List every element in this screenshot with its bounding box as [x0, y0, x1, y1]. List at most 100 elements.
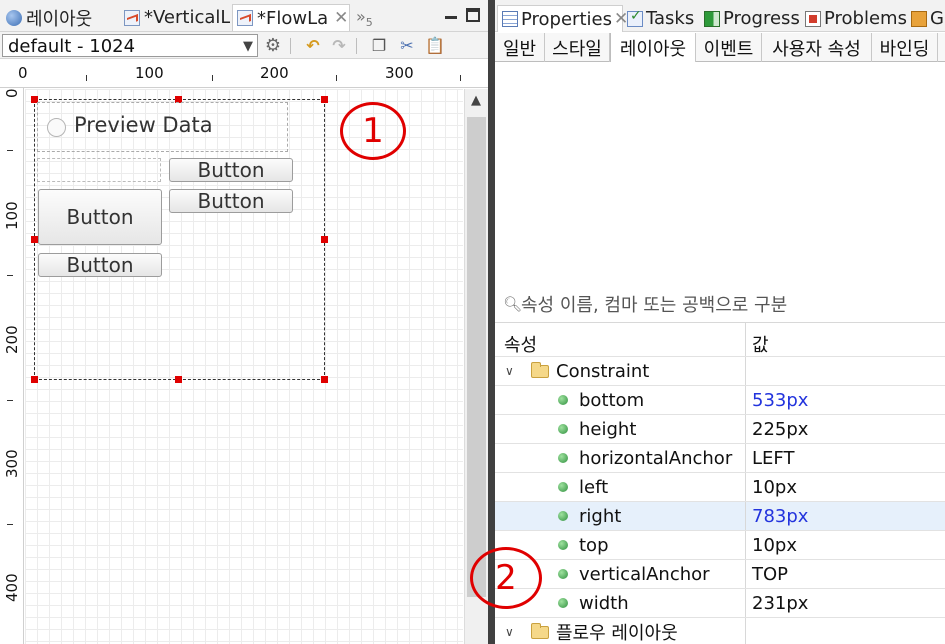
undo-button[interactable]: ↶: [302, 35, 324, 56]
paste-button[interactable]: 📋: [424, 35, 446, 56]
chevron-down-icon[interactable]: ∨: [505, 364, 519, 378]
property-value[interactable]: 10px: [752, 531, 797, 559]
resize-handle[interactable]: [321, 236, 328, 243]
canvas-button-4[interactable]: Button: [38, 253, 162, 277]
tab-properties[interactable]: Properties ✕: [497, 5, 628, 32]
chevron-down-icon[interactable]: ∨: [505, 625, 519, 639]
column-header-value: 값: [752, 335, 769, 356]
overflow-count: 5: [365, 16, 373, 30]
paste-icon: 📋: [425, 36, 445, 55]
tab-tasks[interactable]: Tasks: [623, 5, 699, 32]
tab-user-properties[interactable]: 사용자 속성: [762, 33, 872, 62]
ruler-label: 300: [385, 64, 414, 82]
property-value[interactable]: 533px: [752, 386, 808, 414]
table-row[interactable]: verticalAnchor TOP: [495, 560, 945, 589]
tab-problems-label: Problems: [824, 8, 907, 29]
ruler-tick: [212, 75, 213, 81]
tab-flowla-label: *FlowLa: [257, 7, 329, 29]
property-value[interactable]: LEFT: [752, 444, 794, 472]
table-header-row: 속성 값: [495, 323, 945, 357]
view-tab-bar: Properties ✕ Tasks Progress Problems G: [495, 0, 945, 32]
group-label: 플로우 레이아웃: [556, 623, 678, 644]
resize-handle[interactable]: [321, 96, 328, 103]
property-value[interactable]: 783px: [752, 502, 808, 530]
ruler-tick: [7, 275, 13, 276]
copy-button[interactable]: ❐: [368, 35, 390, 56]
panel-splitter[interactable]: [488, 0, 495, 644]
group-name-cell: ∨ Constraint: [495, 357, 746, 385]
property-value[interactable]: 225px: [752, 415, 808, 443]
group-label: Constraint: [556, 360, 650, 382]
group-row-constraint[interactable]: ∨ Constraint: [495, 357, 945, 386]
property-value[interactable]: TOP: [752, 560, 788, 588]
ruler-label: 200: [3, 325, 21, 354]
empty-widget-placeholder[interactable]: [37, 158, 161, 182]
property-name: verticalAnchor: [579, 563, 710, 585]
tab-verticall[interactable]: *VerticalL: [120, 4, 230, 31]
property-bullet-icon: [558, 482, 568, 492]
scrollbar-thumb[interactable]: [467, 117, 486, 597]
tab-binding[interactable]: 바인딩: [872, 33, 938, 62]
canvas-button-2[interactable]: Button: [38, 189, 162, 245]
table-row[interactable]: width 231px: [495, 589, 945, 618]
property-category-tabs: 일반 스타일 레이아웃 이벤트 사용자 속성 바인딩: [495, 33, 945, 63]
ruler-tick: [7, 400, 13, 401]
maximize-icon[interactable]: [466, 8, 480, 22]
git-icon: [911, 10, 927, 27]
tab-layout-props[interactable]: 레이아웃: [610, 33, 696, 63]
property-name-cell: bottom: [495, 386, 746, 414]
property-value[interactable]: 10px: [752, 473, 797, 501]
tab-git[interactable]: G: [907, 5, 945, 32]
tab-properties-label: Properties: [521, 8, 612, 30]
preview-radio[interactable]: [47, 118, 66, 137]
table-row[interactable]: left 10px: [495, 473, 945, 502]
progress-icon: [704, 10, 720, 27]
editor-toolbar: default - 1024 ▼ ⚙ ↶ ↷ ❐ ✂ 📋: [0, 32, 488, 59]
tasks-icon: [627, 8, 643, 27]
table-row-selected[interactable]: right 783px: [495, 502, 945, 531]
table-row[interactable]: top 10px: [495, 531, 945, 560]
property-bullet-icon: [558, 424, 568, 434]
minimize-icon[interactable]: [444, 8, 458, 22]
property-filter: 🔍︎: [499, 292, 945, 318]
tab-problems[interactable]: Problems: [801, 5, 911, 32]
editor-tab-bar: 레이아웃 *VerticalL *FlowLa ✕ »5: [0, 0, 488, 32]
horizontal-ruler: 0 100 200 300: [0, 60, 488, 88]
tab-events[interactable]: 이벤트: [696, 33, 762, 62]
table-row[interactable]: bottom 533px: [495, 386, 945, 415]
ruler-tick: [86, 75, 87, 81]
settings-button[interactable]: ⚙: [262, 35, 284, 56]
resolution-combo[interactable]: default - 1024 ▼: [2, 34, 258, 57]
property-filter-input[interactable]: [521, 292, 941, 318]
close-icon[interactable]: ✕: [334, 8, 348, 28]
tab-progress[interactable]: Progress: [700, 5, 800, 32]
canvas-button-3[interactable]: Button: [169, 189, 293, 213]
property-name-cell: left: [495, 473, 746, 501]
resize-handle[interactable]: [31, 376, 38, 383]
ruler-label: 100: [3, 201, 21, 230]
property-name-cell: top: [495, 531, 746, 559]
tab-layout[interactable]: 레이아웃: [2, 4, 118, 31]
canvas-button-1[interactable]: Button: [169, 158, 293, 182]
table-row[interactable]: horizontalAnchor LEFT: [495, 444, 945, 473]
group-row-flow-layout[interactable]: ∨ 플로우 레이아웃: [495, 618, 945, 644]
table-row[interactable]: height 225px: [495, 415, 945, 444]
tab-flowla[interactable]: *FlowLa ✕: [232, 4, 350, 31]
property-name-cell: height: [495, 415, 746, 443]
tab-overflow-button[interactable]: »5: [356, 7, 373, 29]
tab-style[interactable]: 스타일: [545, 33, 610, 62]
column-header-name: 속성: [495, 323, 746, 356]
tab-general[interactable]: 일반: [495, 33, 545, 62]
cut-button[interactable]: ✂: [396, 35, 418, 56]
property-name: top: [579, 534, 609, 556]
layout-file-icon: [124, 9, 140, 26]
ruler-label: 400: [3, 573, 21, 602]
preview-data-widget[interactable]: Preview Data: [37, 102, 288, 152]
annotation-marker-2: 2: [470, 547, 542, 609]
resize-handle[interactable]: [175, 376, 182, 383]
chevron-up-icon[interactable]: ▲: [471, 93, 481, 108]
property-value[interactable]: 231px: [752, 589, 808, 617]
redo-button[interactable]: ↷: [328, 35, 350, 56]
resize-handle[interactable]: [321, 376, 328, 383]
resize-handle[interactable]: [31, 236, 38, 243]
